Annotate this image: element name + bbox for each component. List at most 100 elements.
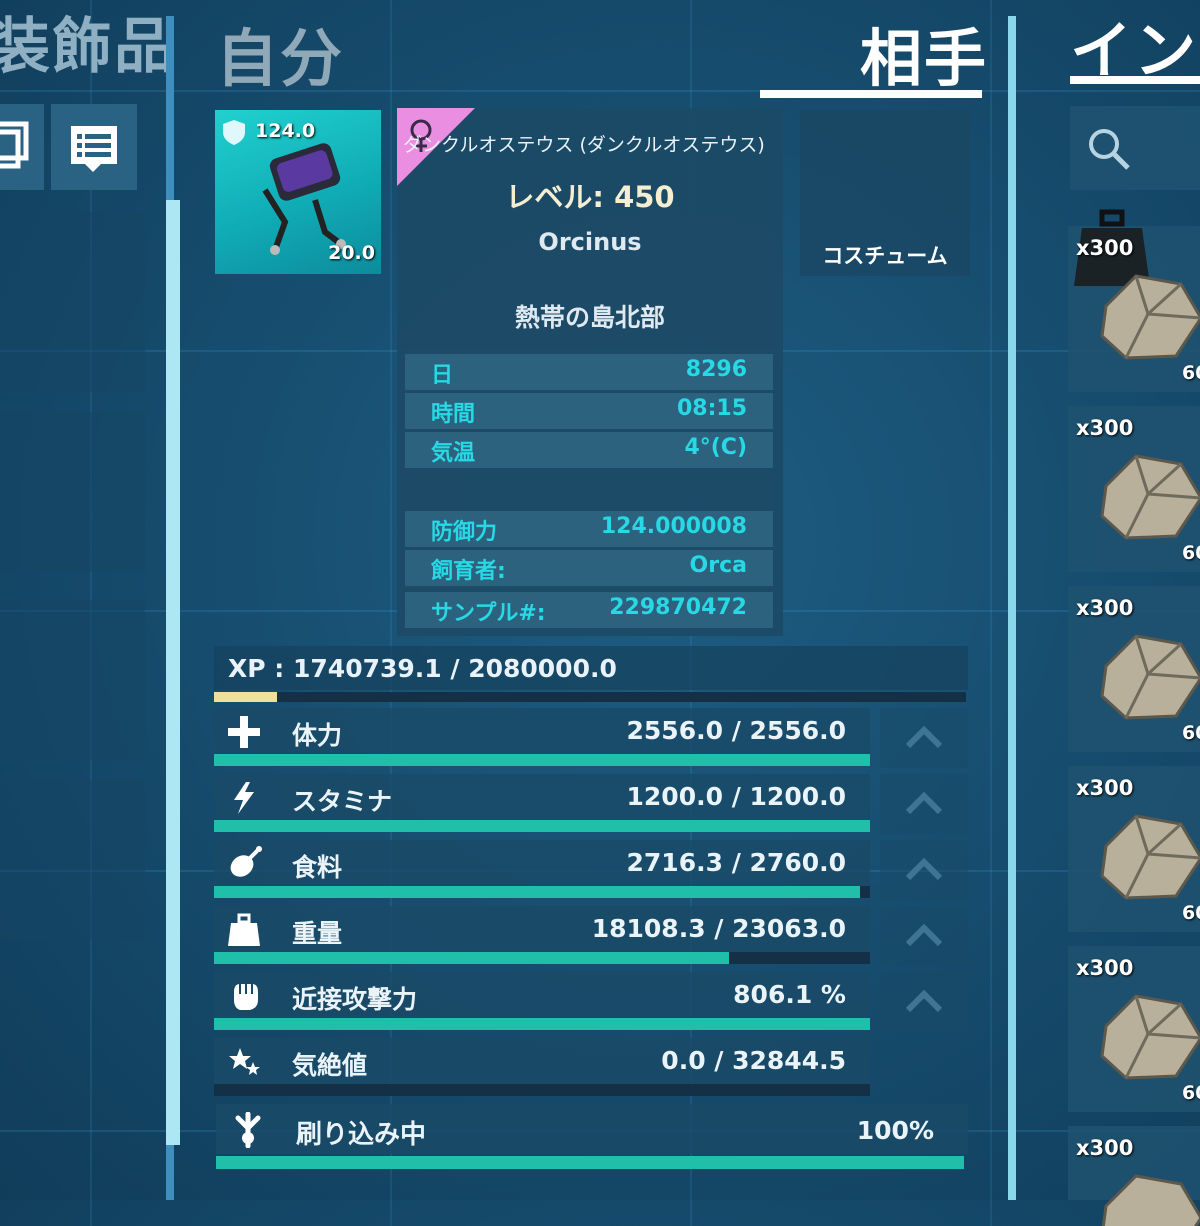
panel-divider [1008, 16, 1016, 1200]
item-weight: 60 [1182, 362, 1200, 384]
active-tab-underline [760, 90, 982, 98]
torpor-stars-icon [229, 1048, 260, 1075]
stat-label: 体力 [292, 721, 343, 750]
metal-ore-icon [1101, 1174, 1200, 1226]
level-up-button[interactable] [880, 972, 968, 1032]
chevron-up-icon [905, 857, 943, 881]
info-row-tamer: 飼育者: Orca [405, 550, 773, 586]
stat-value: 1200.0 / 1200.0 [626, 782, 846, 811]
left-inventory-slot[interactable] [0, 212, 145, 392]
info-value: 4°(C) [684, 435, 747, 460]
costume-slot[interactable]: コスチューム [800, 110, 970, 276]
info-value: 8296 [685, 357, 747, 382]
level-up-button[interactable] [880, 708, 968, 768]
stat-value: 18108.3 / 23063.0 [591, 914, 846, 943]
creature-region: 熱帯の島北部 [514, 303, 665, 332]
item-quantity: x300 [1076, 596, 1134, 620]
tab-mine[interactable]: 自分 [216, 8, 344, 98]
info-key: 日 [431, 363, 454, 388]
info-value: Orca [689, 553, 747, 578]
info-value: 229870472 [609, 595, 747, 620]
stat-bar-fill [214, 820, 870, 832]
item-quantity: x300 [1076, 416, 1134, 440]
left-panel-heading: 装飾品 [0, 12, 176, 82]
saddle-weight-value: 20.0 [328, 242, 375, 264]
left-inventory-slot[interactable] [0, 780, 145, 940]
stat-value: 2716.3 / 2760.0 [626, 848, 846, 877]
info-row-day: 日 8296 [405, 354, 773, 390]
list-button[interactable] [51, 104, 137, 190]
chevron-up-icon [905, 989, 943, 1013]
info-row-time: 時間 08:15 [405, 393, 773, 429]
level-up-button[interactable] [880, 840, 968, 900]
chevron-up-icon [905, 791, 943, 815]
melee-fist-icon [234, 984, 258, 1010]
creature-species: ダンクルオステウス (ダンクルオステウス) [403, 134, 765, 156]
stat-row: 重量 18108.3 / 23063.0 [214, 906, 870, 952]
info-row-temperature: 気温 4°(C) [405, 432, 773, 468]
stamina-bolt-icon [234, 782, 254, 814]
stat-value: 0.0 / 32844.5 [661, 1046, 846, 1075]
info-key: 時間 [431, 402, 476, 427]
inventory-search-button[interactable] [1070, 106, 1200, 190]
left-inventory-slot[interactable] [0, 412, 145, 572]
xp-row: XP : 1740739.1 / 2080000.0 [214, 646, 968, 690]
shield-icon [223, 120, 245, 145]
info-key: サンプル#: [431, 601, 546, 626]
item-quantity: x300 [1076, 1136, 1134, 1160]
stat-row: 近接攻撃力 806.1 % [214, 972, 870, 1018]
xp-bar-track [214, 692, 966, 702]
item-weight: 60 [1182, 1082, 1200, 1104]
stat-bar-fill [214, 754, 870, 766]
inventory-tab-underline [1070, 76, 1200, 84]
imprint-bar-fill [216, 1156, 964, 1169]
creature-name: Orcinus [538, 228, 642, 256]
inventory-slot[interactable]: x300 60 [1068, 209, 1200, 392]
left-inventory-slot[interactable] [0, 600, 145, 760]
level-up-button[interactable] [880, 774, 968, 834]
stat-bar-track [214, 1084, 870, 1096]
chevron-up-icon [905, 923, 943, 947]
inventory-slot[interactable]: x300 60 [1068, 406, 1200, 572]
copy-button[interactable] [0, 104, 44, 190]
copy-icon [0, 121, 29, 169]
item-weight: 60 [1182, 902, 1200, 924]
tab-other[interactable]: 相手 [860, 8, 988, 98]
stat-label: スタミナ [292, 787, 393, 816]
left-scrollbar-thumb[interactable] [166, 200, 180, 1145]
saddle-slot[interactable]: 124.0 20.0 [215, 110, 381, 274]
imprint-label: 刷り込み中 [296, 1120, 427, 1150]
imprint-value: 100% [856, 1116, 934, 1145]
item-quantity: x300 [1076, 956, 1134, 980]
inventory-slot[interactable]: x300 60 [1068, 946, 1200, 1112]
info-row-sample: サンプル#: 229870472 [405, 592, 773, 628]
stat-label: 気絶値 [292, 1051, 368, 1080]
inventory-slot[interactable]: x300 [1068, 1126, 1200, 1226]
stat-row: 食料 2716.3 / 2760.0 [214, 840, 870, 886]
list-icon [71, 126, 117, 172]
costume-label: コスチューム [822, 244, 948, 268]
item-weight: 60 [1182, 542, 1200, 564]
metal-ore-icon [1100, 274, 1200, 360]
stat-bar-fill [214, 952, 729, 964]
item-quantity: x300 [1076, 776, 1134, 800]
info-row-armor: 防御力 124.000008 [405, 511, 773, 547]
saddle-armor-value: 124.0 [255, 120, 316, 142]
level-up-button[interactable] [880, 906, 968, 966]
inventory-slot[interactable]: x300 60 [1068, 766, 1200, 932]
stat-value: 806.1 % [733, 980, 846, 1009]
weight-icon [228, 913, 260, 946]
stat-bar-fill [214, 886, 860, 898]
info-key: 飼育者: [431, 559, 506, 584]
stat-row: 体力 2556.0 / 2556.0 [214, 708, 870, 754]
metal-ore-icon [1100, 814, 1200, 900]
xp-bar-fill [214, 692, 277, 702]
info-value: 124.000008 [600, 514, 747, 539]
inventory-slot[interactable]: x300 60 [1068, 586, 1200, 752]
info-value: 08:15 [676, 396, 747, 421]
stat-label: 近接攻撃力 [292, 985, 418, 1014]
stat-row: スタミナ 1200.0 / 1200.0 [214, 774, 870, 820]
info-key: 気温 [431, 441, 476, 466]
stat-value: 2556.0 / 2556.0 [626, 716, 846, 745]
stat-bar-fill [214, 1018, 870, 1030]
